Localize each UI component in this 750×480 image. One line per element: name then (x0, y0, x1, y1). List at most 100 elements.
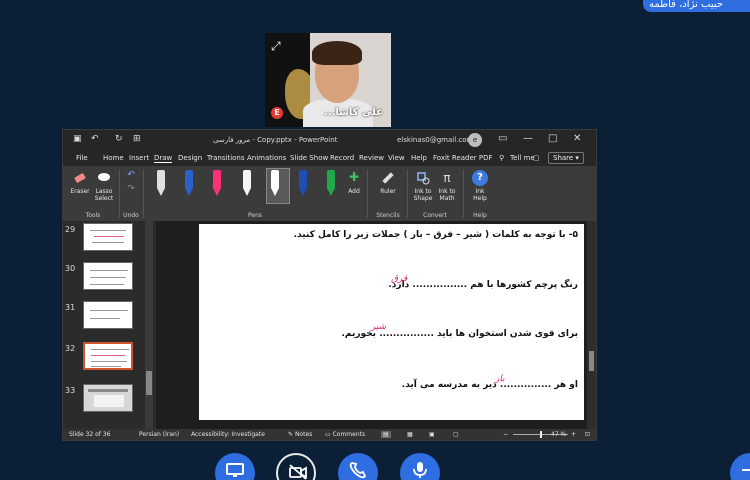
zoom-slider-knob[interactable] (540, 431, 542, 438)
tab-draw[interactable]: Draw (154, 154, 173, 163)
call-button[interactable] (338, 453, 378, 480)
thumbnail-text-line (90, 277, 126, 278)
ruler-icon (382, 172, 394, 184)
ink-to-shape-button[interactable]: Ink to Shape (411, 170, 435, 202)
screen-share-button[interactable] (215, 453, 255, 480)
draw-ribbon: Eraser Lasso Select Tools ↶ ↷ Undo ✚ Add… (63, 166, 596, 221)
slideshow-icon[interactable]: ▢ (453, 431, 459, 438)
ink-answer-3: بار (495, 374, 505, 384)
ribbon-display-icon[interactable]: ▭ (498, 133, 507, 144)
fullscreen-icon[interactable]: ⤢ (271, 39, 285, 53)
comments-button[interactable]: ▭ Comments (325, 431, 365, 438)
pen-5[interactable] (267, 170, 283, 198)
pen-3[interactable] (209, 170, 225, 198)
pen-4[interactable] (239, 170, 255, 198)
pen-6[interactable] (295, 170, 311, 198)
scrollbar-thumb[interactable] (589, 351, 594, 371)
pen-2[interactable] (181, 170, 197, 198)
scrollbar-thumb[interactable] (146, 371, 152, 395)
pen-tip (299, 188, 307, 196)
thumbnail-text-line (91, 361, 127, 362)
thumbnail-slide-30[interactable]: 30 (63, 262, 147, 296)
thumbnail-slide-32[interactable]: 32 (63, 342, 147, 376)
account-email[interactable]: elskinas0@gmail.com (397, 136, 473, 144)
thumbnail-slide-33[interactable]: 33 (63, 384, 147, 418)
reading-view-icon[interactable]: ▣ (429, 431, 435, 438)
webcam-tile[interactable]: ⤢ E علی کاشا... (265, 33, 391, 127)
zoom-out-icon[interactable]: − (503, 431, 508, 438)
pen-icon (299, 170, 307, 188)
thumbnails-scrollbar[interactable] (145, 221, 153, 429)
eraser-button[interactable]: Eraser (69, 170, 91, 195)
participant-hair (312, 41, 362, 65)
thumbnail-number: 30 (65, 264, 76, 273)
pen-icon (213, 170, 221, 188)
tab-transitions[interactable]: Transitions (207, 154, 245, 162)
tab-view[interactable]: View (388, 154, 405, 162)
customize-toolbar-icon[interactable]: ⊞ (133, 134, 141, 144)
lasso-label: Lasso Select (94, 188, 114, 202)
zoom-in-icon[interactable]: + (571, 431, 576, 438)
ink-to-math-button[interactable]: π Ink to Math (436, 170, 458, 202)
thumbnail-text-line (91, 349, 129, 350)
tell-me-search[interactable]: Tell me (510, 154, 535, 162)
ink-help-label: Ink Help (473, 188, 487, 202)
undo-button[interactable]: ↶ (125, 171, 137, 180)
redo-button[interactable]: ↷ (125, 185, 137, 194)
help-group-label: Help (473, 212, 487, 219)
ruler-button[interactable]: Ruler (375, 170, 401, 195)
pen-7[interactable] (323, 170, 339, 198)
plus-icon (742, 469, 750, 471)
fit-to-window-icon[interactable]: ⊡ (585, 431, 590, 438)
undo-icon[interactable]: ↶ (91, 134, 99, 144)
tab-insert[interactable]: Insert (129, 154, 149, 162)
screen-share-icon (226, 463, 244, 477)
tab-record[interactable]: Record (330, 154, 354, 162)
avatar[interactable]: e (468, 133, 482, 147)
thumbnail-slide-29[interactable]: 29 (63, 223, 147, 257)
thumbnail-slide-31[interactable]: 31 (63, 301, 147, 335)
tab-design[interactable]: Design (178, 154, 202, 162)
camera-toggle-button[interactable] (276, 453, 316, 480)
ink-help-button[interactable]: ? Ink Help (469, 170, 491, 202)
tab-slide-show[interactable]: Slide Show (290, 154, 328, 162)
tab-foxit-reader[interactable]: Foxit Reader PDF (433, 154, 493, 162)
pens-group-label: Pens (247, 212, 263, 219)
ribbon-divider (119, 170, 120, 218)
slide-canvas[interactable]: ۵- با توجه به کلمات ( شیر – فرق – بار ) … (199, 224, 584, 420)
thumbnail-image (83, 301, 133, 329)
microphone-button[interactable] (400, 453, 440, 480)
tab-animations[interactable]: Animations (247, 154, 286, 162)
webcam-participant-name: علی کاشا... (323, 107, 383, 118)
ink-to-shape-icon (417, 172, 430, 185)
slide-sorter-icon[interactable]: ▦ (407, 431, 413, 438)
thumbnail-ink-line (94, 236, 124, 237)
share-button[interactable]: Share ▾ (548, 152, 584, 164)
thumbnail-ink-line (91, 355, 125, 356)
pen-1[interactable] (153, 170, 169, 198)
thumbnail-text-line (90, 318, 120, 319)
search-icon[interactable]: ⚲ (499, 154, 504, 162)
thumbnail-number: 29 (65, 225, 76, 234)
normal-view-icon[interactable]: ▤ (381, 431, 391, 438)
ink-answer-1: فرق (391, 274, 408, 284)
thumbnail-text-line (94, 395, 124, 407)
notes-button[interactable]: ✎ Notes (288, 431, 312, 438)
accessibility-status[interactable]: Accessibility: Investigate (191, 431, 265, 438)
tab-review[interactable]: Review (359, 154, 384, 162)
tab-home[interactable]: Home (103, 154, 124, 162)
tab-file[interactable]: File (76, 154, 88, 162)
lasso-select-button[interactable]: Lasso Select (93, 170, 115, 202)
language-indicator[interactable]: Persian (Iran) (139, 431, 179, 438)
add-pen-button[interactable]: ✚ Add (345, 170, 363, 195)
zoom-level[interactable]: 47 % (551, 431, 566, 438)
save-icon[interactable]: ▣ (73, 134, 82, 144)
add-button[interactable] (730, 453, 750, 480)
comments-icon[interactable]: ▢ (533, 154, 540, 162)
redo-icon[interactable]: ↻ (115, 134, 123, 144)
maximize-icon[interactable]: □ (548, 133, 557, 144)
tab-help[interactable]: Help (411, 154, 427, 162)
close-icon[interactable]: ✕ (573, 133, 581, 144)
minimize-icon[interactable]: — (523, 133, 533, 144)
slide-scrollbar[interactable] (587, 221, 596, 429)
